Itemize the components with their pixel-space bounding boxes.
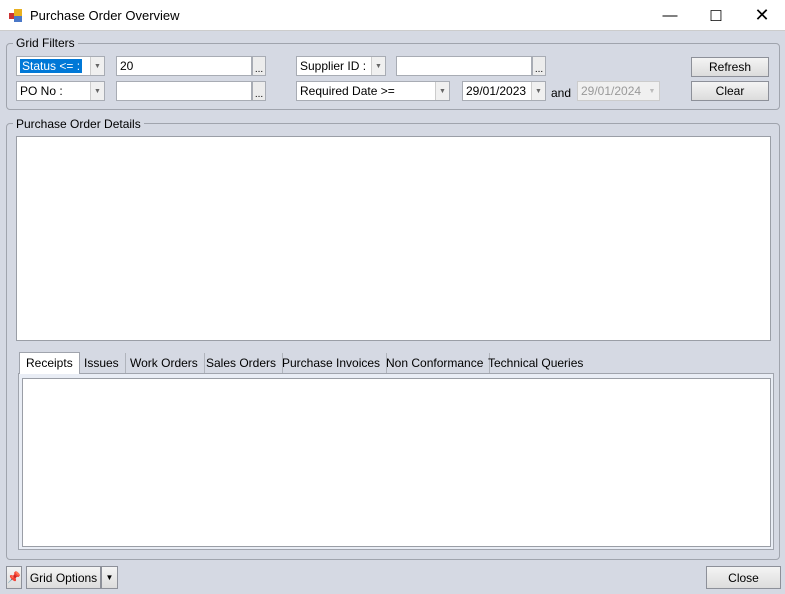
pin-button[interactable]: 📌 xyxy=(6,566,22,589)
filter3-value-input[interactable] xyxy=(396,56,532,76)
filter4-field-text: Required Date >= xyxy=(300,84,395,98)
filter2-field-text: PO No : xyxy=(20,84,63,98)
app-icon xyxy=(9,9,22,22)
filter1-field-text: Status <= : xyxy=(20,59,83,73)
maximize-button[interactable]: ☐ xyxy=(693,0,739,31)
chevron-down-icon: ▼ xyxy=(645,82,659,100)
chevron-down-icon: ▼ xyxy=(371,57,385,75)
minimize-button[interactable]: — xyxy=(647,0,693,31)
pin-icon: 📌 xyxy=(7,572,21,584)
receipts-grid[interactable] xyxy=(22,378,771,547)
tab-purchase-invoices[interactable]: Purchase Invoices xyxy=(276,353,388,373)
filter2-value-input[interactable] xyxy=(116,81,252,101)
window-title: Purchase Order Overview xyxy=(30,8,180,23)
filter1-value-input[interactable]: 20 xyxy=(116,56,252,76)
filter1-ellipsis-button[interactable]: ... xyxy=(252,56,266,76)
chevron-down-icon: ▼ xyxy=(90,82,104,100)
purchase-order-grid[interactable] xyxy=(16,136,771,341)
filter2-ellipsis-button[interactable]: ... xyxy=(252,81,266,101)
filter3-ellipsis-button[interactable]: ... xyxy=(532,56,546,76)
filter2-field-select[interactable]: PO No : ▼ xyxy=(16,81,105,101)
tab-receipts[interactable]: Receipts xyxy=(19,352,80,374)
chevron-down-icon: ▼ xyxy=(105,573,114,582)
chevron-down-icon: ▼ xyxy=(531,82,545,100)
date-from-text: 29/01/2023 xyxy=(466,84,527,98)
date-from-picker[interactable]: 29/01/2023 ▼ xyxy=(462,81,546,101)
tab-issues[interactable]: Issues xyxy=(78,353,126,373)
filter3-field-text: Supplier ID : xyxy=(300,59,367,73)
details-label: Purchase Order Details xyxy=(13,117,144,131)
date-to-picker: 29/01/2024 ▼ xyxy=(577,81,660,101)
chevron-down-icon: ▼ xyxy=(435,82,449,100)
close-window-button[interactable]: ✕ xyxy=(739,0,785,31)
grid-options-dropdown[interactable]: ▼ xyxy=(101,566,118,589)
chevron-down-icon: ▼ xyxy=(90,57,104,75)
filter3-field-select[interactable]: Supplier ID : ▼ xyxy=(296,56,386,76)
tab-non-conformance[interactable]: Non Conformance xyxy=(380,353,491,373)
grid-filters-label: Grid Filters xyxy=(13,36,78,50)
grid-options-button[interactable]: Grid Options xyxy=(26,566,101,589)
title-bar: Purchase Order Overview — ☐ ✕ xyxy=(0,0,785,31)
date-to-text: 29/01/2024 xyxy=(581,84,642,98)
filter4-field-select[interactable]: Required Date >= ▼ xyxy=(296,81,450,101)
close-button[interactable]: Close xyxy=(706,566,781,589)
tab-work-orders[interactable]: Work Orders xyxy=(124,353,205,373)
refresh-button[interactable]: Refresh xyxy=(691,57,769,77)
clear-button[interactable]: Clear xyxy=(691,81,769,101)
filter1-field-select[interactable]: Status <= : ▼ xyxy=(16,56,105,76)
tab-technical-queries[interactable]: Technical Queries xyxy=(482,353,589,373)
tab-sales-orders[interactable]: Sales Orders xyxy=(200,353,284,373)
and-label: and xyxy=(551,86,572,100)
